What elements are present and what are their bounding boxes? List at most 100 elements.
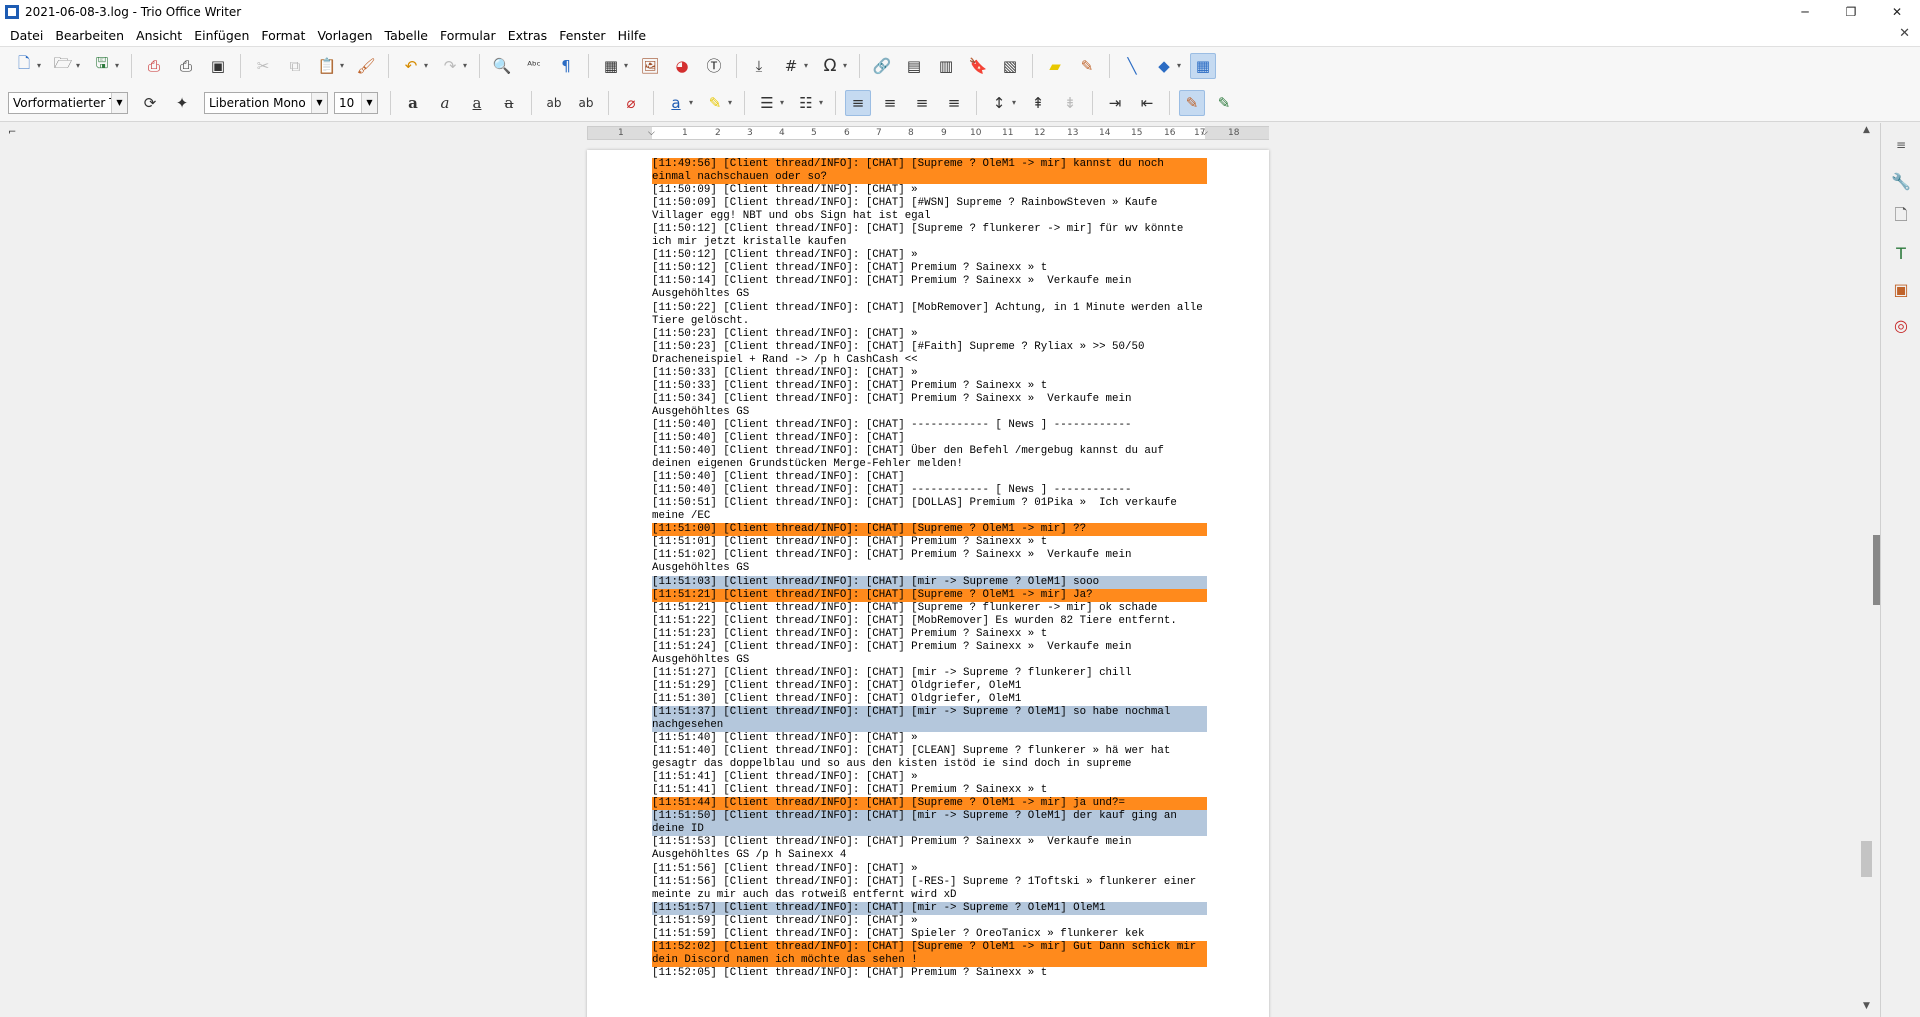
decrease-paragraph-spacing-icon[interactable]: ⇟: [1057, 90, 1083, 116]
insert-field-icon[interactable]: #: [778, 53, 804, 79]
document-page[interactable]: [11:49:56] [Client thread/INFO]: [CHAT] …: [587, 150, 1269, 1017]
copy-icon[interactable]: ⧉: [282, 53, 308, 79]
increase-paragraph-spacing-icon[interactable]: ⇞: [1025, 90, 1051, 116]
insert-special-character-icon[interactable]: Ω: [817, 53, 843, 79]
font-color-icon[interactable]: a: [663, 90, 689, 116]
tab-stop-selector[interactable]: ⌐: [8, 127, 16, 138]
basic-shapes-icon[interactable]: ◆: [1151, 53, 1177, 79]
scroll-up-arrow-icon[interactable]: ▲: [1858, 125, 1875, 139]
paragraph-style-select[interactable]: Vorformatierter Text ▼: [8, 91, 128, 114]
font-name-select[interactable]: Liberation Mono ▼: [204, 91, 328, 114]
undo-icon[interactable]: ↶: [398, 53, 424, 79]
align-left-icon[interactable]: ≡: [845, 89, 871, 116]
spellcheck-icon[interactable]: ᴬᵇᶜ: [521, 53, 547, 79]
paste-dropdown-arrow[interactable]: ▾: [340, 61, 348, 70]
export-pdf-icon[interactable]: ⎙: [141, 53, 167, 79]
chevron-down-icon[interactable]: ▼: [361, 92, 377, 113]
insert-bookmark-icon[interactable]: 🔖: [965, 53, 991, 79]
justify-icon[interactable]: ≡: [941, 90, 967, 116]
clear-formatting-icon[interactable]: ⌀: [618, 90, 644, 116]
subscript-icon[interactable]: ab: [573, 90, 599, 116]
insert-textbox-icon[interactable]: Ⓣ: [701, 53, 727, 79]
insert-endnote-icon[interactable]: ▥: [933, 53, 959, 79]
chevron-down-icon[interactable]: ▼: [311, 92, 327, 113]
highlight-dropdown-arrow[interactable]: ▾: [728, 98, 736, 107]
minimize-button[interactable]: ─: [1782, 0, 1828, 24]
new-document-icon[interactable]: 🗋: [11, 53, 37, 79]
close-button[interactable]: ✕: [1874, 0, 1920, 24]
undo-dropdown-arrow[interactable]: ▾: [424, 61, 432, 70]
highlight-color-icon[interactable]: ✎: [702, 90, 728, 116]
paste-icon[interactable]: 📋: [314, 53, 340, 79]
menu-format[interactable]: Format: [255, 28, 311, 43]
paragraph-dialog-icon[interactable]: ✎: [1179, 89, 1205, 116]
new-style-icon[interactable]: ✦: [169, 90, 195, 116]
insert-line-icon[interactable]: ╲: [1119, 53, 1145, 79]
menu-einfuegen[interactable]: Einfügen: [188, 28, 255, 43]
formatting-marks-icon[interactable]: ¶: [553, 53, 579, 79]
superscript-icon[interactable]: ab: [541, 90, 567, 116]
numbered-dropdown-arrow[interactable]: ▾: [819, 98, 827, 107]
navigator-compass-icon[interactable]: ◎: [1889, 313, 1913, 337]
align-center-icon[interactable]: ≡: [877, 90, 903, 116]
maximize-button[interactable]: ❐: [1828, 0, 1874, 24]
gallery-icon[interactable]: ▣: [1889, 277, 1913, 301]
increase-indent-icon[interactable]: ⇥: [1102, 90, 1128, 116]
insert-chart-icon[interactable]: ◕: [669, 53, 695, 79]
menu-ansicht[interactable]: Ansicht: [130, 28, 188, 43]
print-icon[interactable]: ⎙: [173, 53, 199, 79]
print-preview-icon[interactable]: ▣: [205, 53, 231, 79]
styles-icon[interactable]: T: [1889, 241, 1913, 265]
close-document-icon[interactable]: ✕: [1899, 26, 1910, 41]
table-dropdown-arrow[interactable]: ▾: [624, 61, 632, 70]
bullet-dropdown-arrow[interactable]: ▾: [780, 98, 788, 107]
numbered-list-icon[interactable]: ☷: [793, 90, 819, 116]
bold-icon[interactable]: a: [400, 90, 426, 116]
insert-footnote-icon[interactable]: ▤: [901, 53, 927, 79]
font-color-dropdown-arrow[interactable]: ▾: [689, 98, 697, 107]
insert-comment-icon[interactable]: ▰: [1042, 53, 1068, 79]
horizontal-ruler[interactable]: 1 ⌵ 1 2 3 4 5 6 7 8 9 10 11 12 13 14 15 …: [587, 126, 1269, 140]
italic-icon[interactable]: a: [432, 90, 458, 116]
field-dropdown-arrow[interactable]: ▾: [804, 61, 812, 70]
new-dropdown-arrow[interactable]: ▾: [37, 61, 45, 70]
insert-hyperlink-icon[interactable]: 🔗: [869, 53, 895, 79]
line-spacing-icon[interactable]: ↕: [986, 90, 1012, 116]
redo-dropdown-arrow[interactable]: ▾: [463, 61, 471, 70]
redo-icon[interactable]: ↷: [437, 53, 463, 79]
insert-page-break-icon[interactable]: ⤓: [746, 53, 772, 79]
menu-extras[interactable]: Extras: [502, 28, 554, 43]
save-icon[interactable]: 🖫: [89, 53, 115, 79]
special-char-dropdown-arrow[interactable]: ▾: [843, 61, 851, 70]
chevron-down-icon[interactable]: ▼: [111, 92, 127, 113]
menu-vorlagen[interactable]: Vorlagen: [311, 28, 378, 43]
open-folder-icon[interactable]: 🗁: [50, 53, 76, 79]
clone-formatting-icon[interactable]: 🖌: [353, 53, 379, 79]
properties-wrench-icon[interactable]: 🔧: [1889, 169, 1913, 193]
decrease-indent-icon[interactable]: ⇤: [1134, 90, 1160, 116]
shapes-dropdown-arrow[interactable]: ▾: [1177, 61, 1185, 70]
menu-fenster[interactable]: Fenster: [553, 28, 611, 43]
underline-icon[interactable]: a: [464, 90, 490, 116]
scroll-thumb[interactable]: [1861, 841, 1872, 877]
ruler-indent-marker[interactable]: ⌵: [648, 128, 655, 138]
open-dropdown-arrow[interactable]: ▾: [76, 61, 84, 70]
update-style-icon[interactable]: ⟳: [137, 90, 163, 116]
sidebar-menu-icon[interactable]: ≡: [1889, 133, 1913, 157]
bullet-list-icon[interactable]: ☰: [754, 90, 780, 116]
draw-functions-icon[interactable]: ▦: [1190, 52, 1216, 79]
align-right-icon[interactable]: ≡: [909, 90, 935, 116]
menu-bearbeiten[interactable]: Bearbeiten: [49, 28, 130, 43]
menu-formular[interactable]: Formular: [434, 28, 502, 43]
strikethrough-icon[interactable]: a: [496, 90, 522, 116]
insert-table-icon[interactable]: ▦: [598, 53, 624, 79]
cut-icon[interactable]: ✂: [250, 53, 276, 79]
page-icon[interactable]: 🗋: [1889, 205, 1913, 229]
track-changes-icon[interactable]: ✎: [1074, 53, 1100, 79]
insert-cross-reference-icon[interactable]: ▧: [997, 53, 1023, 79]
document-text[interactable]: [11:49:56] [Client thread/INFO]: [CHAT] …: [652, 158, 1207, 980]
insert-image-icon[interactable]: 🖼: [637, 53, 663, 79]
line-spacing-dropdown-arrow[interactable]: ▾: [1012, 98, 1020, 107]
font-size-select[interactable]: 10 ▼: [334, 91, 378, 114]
character-dialog-icon[interactable]: ✎: [1211, 90, 1237, 116]
